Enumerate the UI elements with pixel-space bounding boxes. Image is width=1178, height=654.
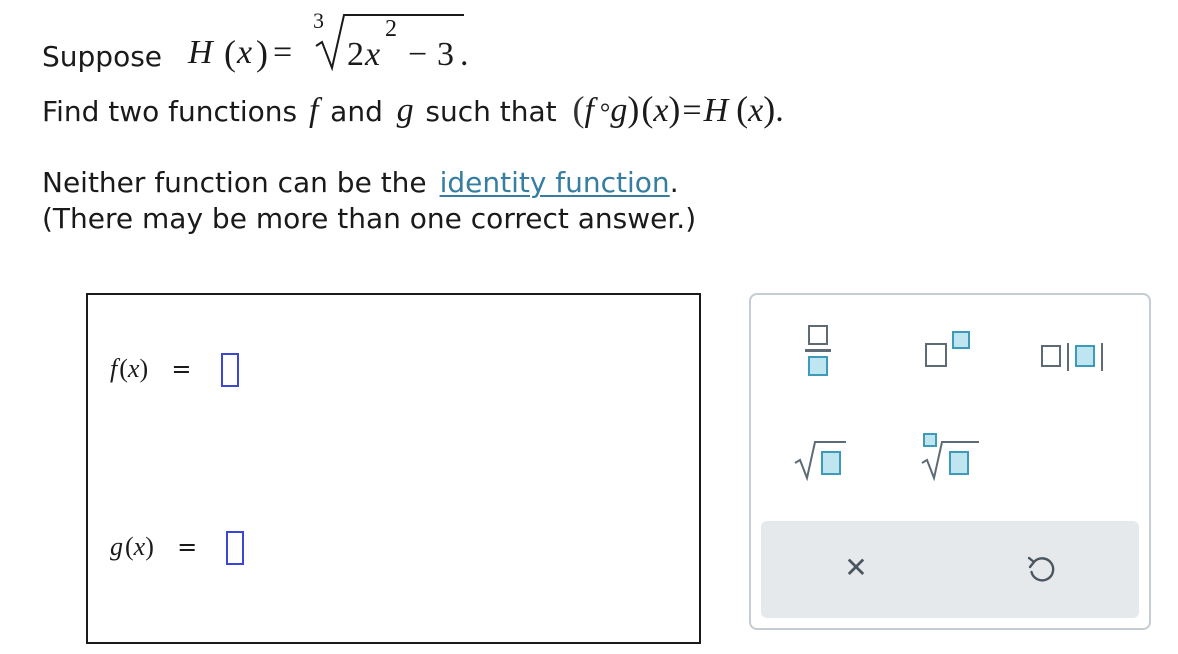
close-paren: ) [763, 89, 776, 129]
radicand-box-icon [821, 451, 841, 475]
answer-area: f(x) = g(x) = [86, 293, 701, 644]
close-paren: ) [256, 33, 268, 73]
denominator-box-icon [808, 356, 828, 376]
fraction-bar-icon [805, 349, 831, 352]
math-palette: ✕ [749, 293, 1151, 630]
g-answer-row: g(x) = [110, 531, 245, 566]
g-label: g [110, 532, 123, 561]
x-symbol: x [237, 34, 253, 71]
H-symbol: H [188, 34, 213, 71]
equals-sign: = [171, 355, 192, 383]
x-symbol: x [748, 92, 764, 129]
equals-symbol: = [273, 34, 293, 71]
suppose-text: Suppose [42, 40, 163, 73]
find-two-functions-text: Find two functions [42, 95, 298, 128]
close-paren: ) [668, 89, 681, 129]
g-symbol: g [396, 92, 414, 129]
x-symbol-radicand: x [365, 36, 381, 73]
undo-button[interactable] [1025, 553, 1057, 585]
identity-function-link[interactable]: identity function [440, 166, 670, 199]
exponent-box-icon [952, 331, 970, 349]
g-answer-input[interactable] [226, 531, 245, 566]
open-paren: ( [125, 532, 134, 561]
period: . [460, 36, 469, 73]
H-symbol: H [703, 92, 729, 129]
f-symbol: f [308, 92, 319, 129]
f-answer-input[interactable] [220, 353, 239, 388]
clear-button[interactable]: ✕ [839, 551, 873, 585]
undo-icon [1027, 556, 1055, 582]
nth-root-button[interactable] [917, 433, 981, 481]
x-label: x [127, 354, 140, 383]
problem-line-2: Find two functions f and g such that (f °… [42, 88, 784, 130]
value-box-icon [1075, 345, 1095, 367]
nth-radicand-box-icon [949, 451, 969, 475]
open-paren: ( [736, 89, 749, 129]
close-paren: ) [627, 89, 640, 129]
close-paren: ) [145, 532, 154, 561]
f-label: f [110, 354, 118, 383]
f-symbol: f [584, 92, 594, 129]
period: . [669, 166, 679, 199]
and-text: and [330, 95, 383, 128]
such-that-text: such that [425, 95, 557, 128]
x-symbol: x [653, 92, 669, 129]
left-bar-icon [1067, 343, 1069, 371]
absolute-value-button[interactable] [1041, 343, 1123, 371]
open-paren: ( [641, 89, 654, 129]
f-answer-row: f(x) = [110, 353, 239, 388]
left-box-icon [1041, 345, 1061, 367]
g-symbol: g [610, 92, 628, 129]
action-bar: ✕ [761, 521, 1139, 618]
numerator-box-icon [808, 325, 828, 345]
close-paren: ) [139, 354, 149, 383]
neither-function-text: Neither function can be the [42, 166, 427, 199]
open-paren: ( [119, 354, 128, 383]
period: . [775, 92, 784, 129]
equals-sign: = [177, 533, 198, 561]
superscript-button[interactable] [925, 331, 977, 371]
minus-sign: − [408, 36, 428, 73]
open-paren: ( [224, 33, 236, 73]
open-paren: ( [572, 89, 585, 129]
close-icon: ✕ [844, 551, 868, 584]
fraction-button[interactable] [805, 325, 835, 385]
equals-symbol: = [682, 92, 702, 129]
right-bar-icon [1101, 343, 1103, 371]
coefficient: 2 [347, 36, 364, 73]
problem-line-4: (There may be more than one correct answ… [42, 202, 697, 235]
x-label: x [133, 532, 146, 561]
compose-symbol: ° [599, 98, 611, 127]
constant: 3 [437, 36, 454, 73]
exponent: 2 [385, 16, 397, 42]
base-box-icon [925, 343, 947, 367]
problem-line-3: Neither function can be the identity fun… [42, 166, 679, 199]
square-root-button[interactable] [794, 439, 848, 481]
